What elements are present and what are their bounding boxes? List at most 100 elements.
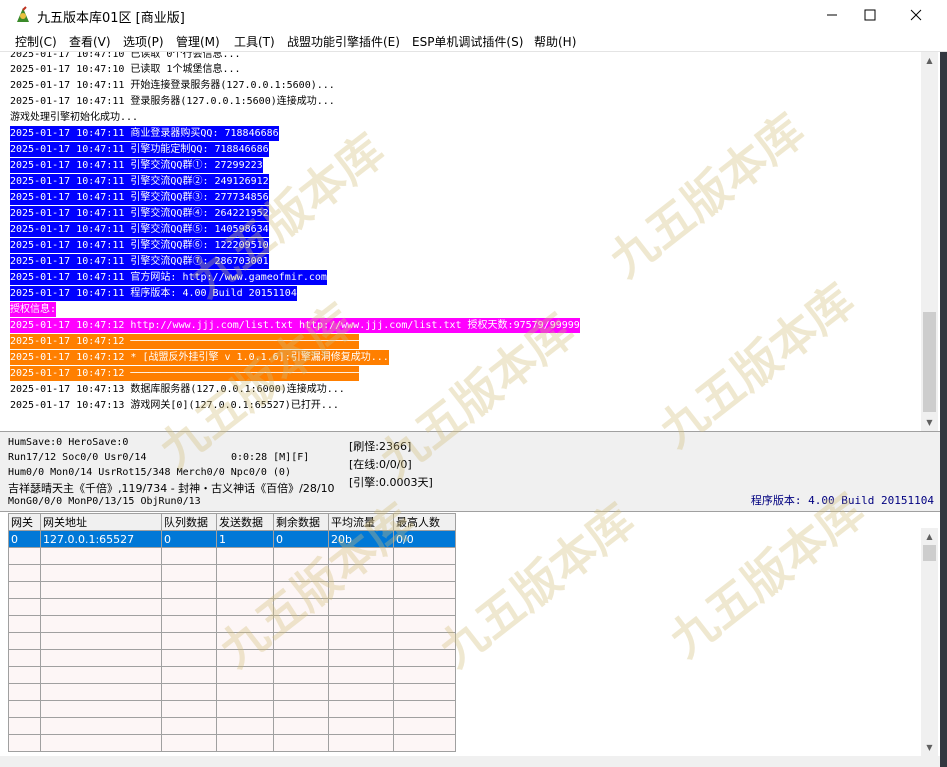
log-line: 2025-01-17 10:47:12 ────────────────────… — [10, 334, 360, 349]
empty-cell — [216, 734, 274, 752]
gateway-grid: 网关 网关地址 队列数据 发送数据 剩余数据 平均流量 最高人数 0 127.0… — [8, 513, 456, 752]
col-send-data[interactable]: 发送数据 — [216, 513, 274, 531]
log-line: 2025-01-17 10:47:11 引擎交流QQ群⑥: 122209510 — [10, 238, 269, 253]
maximize-button[interactable] — [847, 0, 893, 30]
empty-cell — [393, 564, 456, 582]
close-button[interactable] — [893, 0, 939, 30]
scroll-up-icon[interactable]: ▲ — [921, 52, 938, 69]
empty-cell — [161, 700, 217, 718]
col-max-users[interactable]: 最高人数 — [393, 513, 456, 531]
menu-help[interactable]: 帮助(H) — [534, 33, 576, 50]
log-scrollbar[interactable]: ▲ ▼ — [921, 52, 938, 431]
table-cell: 0 — [8, 530, 41, 548]
log-line: 2025-01-17 10:47:11 开始连接登录服务器(127.0.0.1:… — [10, 80, 335, 91]
empty-cell — [40, 734, 162, 752]
table-cell: 1 — [216, 530, 274, 548]
monster-stats: MonG0/0/0 MonP0/13/15 ObjRun0/13 — [8, 496, 201, 507]
empty-cell — [161, 683, 217, 701]
log-scrollbar-thumb[interactable] — [923, 312, 936, 412]
empty-cell — [273, 649, 329, 667]
empty-cell — [8, 547, 41, 565]
empty-cell — [328, 632, 394, 650]
col-avg-traffic[interactable]: 平均流量 — [328, 513, 394, 531]
gateway-grid-panel: 网关 网关地址 队列数据 发送数据 剩余数据 平均流量 最高人数 0 127.0… — [0, 512, 940, 756]
empty-cell — [40, 649, 162, 667]
log-line: 2025-01-17 10:47:11 引擎交流QQ群①: 27299223 — [10, 158, 263, 173]
menu-options[interactable]: 选项(P) — [123, 33, 164, 50]
empty-row — [8, 649, 456, 667]
log-line: 游戏处理引擎初始化成功... — [10, 112, 139, 123]
menu-esp-plugin[interactable]: ESP单机调试插件(S) — [412, 33, 523, 50]
empty-cell — [273, 632, 329, 650]
empty-row — [8, 598, 456, 616]
scroll-up-icon[interactable]: ▲ — [921, 528, 938, 545]
empty-cell — [40, 717, 162, 735]
empty-cell — [393, 666, 456, 684]
empty-cell — [393, 649, 456, 667]
empty-cell — [328, 700, 394, 718]
empty-cell — [8, 632, 41, 650]
log-line: 2025-01-17 10:47:13 游戏网关[0](127.0.0.1:65… — [10, 400, 339, 411]
scroll-down-icon[interactable]: ▼ — [921, 414, 938, 431]
empty-cell — [161, 649, 217, 667]
maximize-icon — [864, 9, 876, 21]
menu-view[interactable]: 查看(V) — [69, 33, 111, 50]
empty-cell — [216, 666, 274, 684]
col-gateway-address[interactable]: 网关地址 — [40, 513, 162, 531]
empty-cell — [8, 700, 41, 718]
empty-cell — [328, 598, 394, 616]
empty-cell — [40, 632, 162, 650]
grid-scrollbar[interactable]: ▲ ▼ — [921, 528, 938, 756]
empty-row — [8, 734, 456, 752]
empty-cell — [40, 547, 162, 565]
empty-cell — [393, 700, 456, 718]
log-line: 2025-01-17 10:47:13 数据库服务器(127.0.0.1:600… — [10, 384, 345, 395]
table-cell: 0 — [161, 530, 217, 548]
log-line: 2025-01-17 10:47:12 * [战盟反外挂引擎 v 1.0.1.6… — [10, 350, 389, 365]
menu-tools[interactable]: 工具(T) — [234, 33, 275, 50]
window-title: 九五版本库01区 [商业版] — [37, 11, 185, 26]
col-gateway[interactable]: 网关 — [8, 513, 41, 531]
empty-cell — [273, 581, 329, 599]
empty-cell — [216, 598, 274, 616]
empty-cell — [273, 547, 329, 565]
menu-engine-plugin[interactable]: 战盟功能引擎插件(E) — [287, 33, 400, 50]
empty-cell — [8, 649, 41, 667]
empty-cell — [216, 700, 274, 718]
grid-scrollbar-thumb[interactable] — [923, 545, 936, 561]
log-line: 2025-01-17 10:47:10 已读取 1个城堡信息... — [10, 64, 241, 75]
empty-cell — [161, 547, 217, 565]
empty-cell — [8, 581, 41, 599]
empty-row — [8, 581, 456, 599]
empty-cell — [40, 564, 162, 582]
log-line: 2025-01-17 10:47:11 引擎交流QQ群⑦: 286703001 — [10, 254, 269, 269]
empty-cell — [216, 632, 274, 650]
empty-cell — [273, 666, 329, 684]
empty-cell — [393, 581, 456, 599]
object-stats: Hum0/0 Mon0/14 UsrRot15/348 Merch0/0 Npc… — [8, 467, 291, 478]
scroll-down-icon[interactable]: ▼ — [921, 739, 938, 756]
empty-cell — [8, 564, 41, 582]
col-queue-data[interactable]: 队列数据 — [161, 513, 217, 531]
window-edge — [940, 52, 947, 767]
col-remaining-data[interactable]: 剩余数据 — [273, 513, 329, 531]
app-icon — [17, 6, 29, 22]
empty-cell — [161, 734, 217, 752]
table-cell: 0/0 — [393, 530, 456, 548]
empty-cell — [328, 547, 394, 565]
empty-cell — [161, 598, 217, 616]
menu-control[interactable]: 控制(C) — [15, 33, 57, 50]
empty-cell — [328, 581, 394, 599]
empty-cell — [393, 632, 456, 650]
empty-cell — [40, 700, 162, 718]
run-stats: Run17/12 Soc0/0 Usr0/14 — [8, 452, 147, 463]
empty-cell — [161, 632, 217, 650]
menu-manage[interactable]: 管理(M) — [176, 33, 220, 50]
log-panel[interactable]: 2025-01-17 10:47:10 已读取 0个行会信息... 2025-0… — [0, 52, 921, 431]
table-row[interactable]: 0 127.0.0.1:65527 0 1 0 20b 0/0 — [8, 530, 456, 548]
close-icon — [910, 9, 922, 21]
empty-cell — [8, 598, 41, 616]
empty-cell — [8, 666, 41, 684]
empty-cell — [216, 564, 274, 582]
empty-cell — [40, 581, 162, 599]
